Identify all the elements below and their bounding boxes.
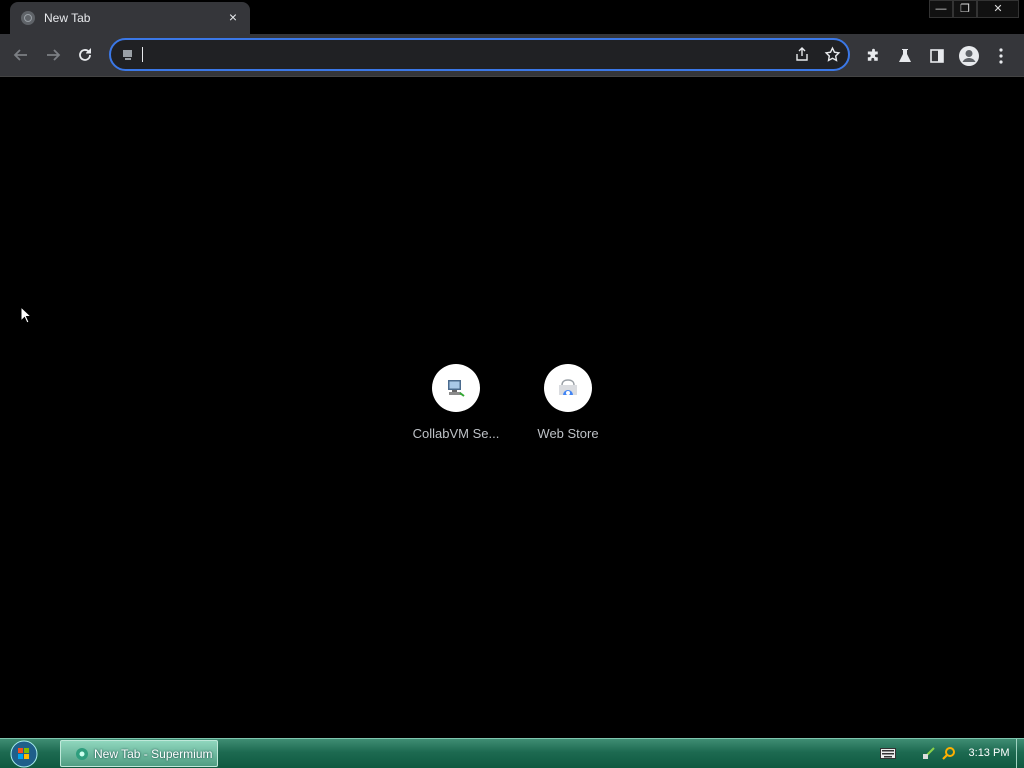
computer-icon: [123, 50, 132, 60]
mouse-pointer-icon: [20, 306, 32, 324]
labs-button[interactable]: [894, 45, 916, 67]
shortcut-collabvm[interactable]: CollabVM Se...: [400, 364, 512, 441]
kebab-menu-icon: [999, 48, 1003, 64]
side-panel-icon: [930, 49, 944, 63]
star-icon[interactable]: [824, 46, 841, 63]
shortcut-label: Web Store: [537, 426, 599, 441]
search-icon[interactable]: [942, 746, 956, 760]
start-orb-icon[interactable]: [6, 740, 42, 768]
shortcut-tile: [432, 364, 480, 412]
system-clock[interactable]: 3:13 PM: [960, 747, 1018, 759]
browser-menu-button[interactable]: [990, 45, 1012, 67]
reload-icon: [79, 48, 91, 61]
window-minimize-button[interactable]: —: [929, 0, 953, 18]
omnibox-input[interactable]: [141, 45, 745, 67]
shortcut-label: CollabVM Se...: [412, 426, 500, 441]
share-icon[interactable]: [794, 47, 810, 63]
window-restore-button[interactable]: ❐: [953, 0, 977, 18]
profile-avatar-icon: [959, 46, 979, 66]
keyboard-icon[interactable]: [880, 748, 896, 759]
network-icon[interactable]: [922, 746, 936, 760]
taskbar-item-label: New Tab - Supermium: [94, 747, 213, 761]
taskbar: New Tab - Supermium 3:13 PM: [0, 738, 1024, 768]
taskbar-item-supermium[interactable]: New Tab - Supermium: [60, 740, 218, 767]
tab-close-button[interactable]: ×: [224, 8, 242, 26]
labs-flask-icon: [899, 49, 911, 62]
reload-button[interactable]: [70, 40, 100, 70]
profile-button[interactable]: [958, 45, 980, 67]
shortcut-tile: [544, 364, 592, 412]
computer-icon: [448, 380, 465, 397]
extensions-icon: [867, 48, 878, 61]
forward-button[interactable]: [38, 40, 68, 70]
forward-arrow-icon: [47, 49, 61, 61]
globe-icon: [21, 11, 35, 25]
extensions-button[interactable]: [862, 45, 884, 67]
browser-toolbar: [0, 34, 1024, 77]
title-bar: New Tab × — ❐ ✕: [0, 0, 1024, 34]
tab-title: New Tab: [44, 11, 91, 25]
window-close-button[interactable]: ✕: [977, 0, 1019, 18]
web-store-icon: [559, 379, 577, 395]
show-desktop-button[interactable]: [1016, 739, 1024, 768]
back-button[interactable]: [6, 40, 36, 70]
shortcut-web-store[interactable]: Web Store: [512, 364, 624, 441]
browser-app-icon: [76, 748, 88, 760]
address-bar[interactable]: [109, 38, 850, 71]
side-panel-button[interactable]: [926, 45, 948, 67]
back-arrow-icon: [13, 49, 27, 61]
tab-new-tab[interactable]: New Tab ×: [10, 2, 250, 34]
